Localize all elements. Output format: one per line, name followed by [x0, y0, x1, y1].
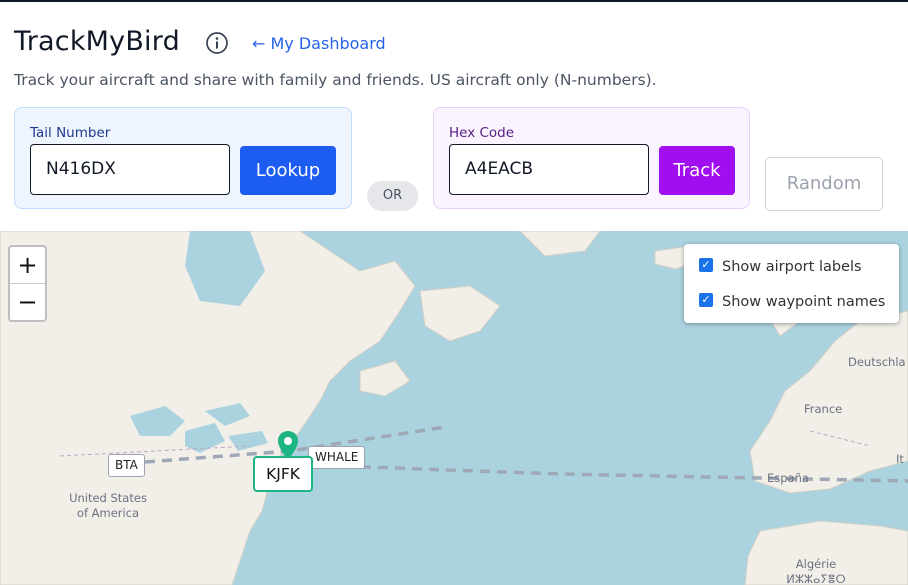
- waypoint-label-bta[interactable]: BTA: [108, 454, 145, 477]
- tail-number-input[interactable]: N416DX: [30, 144, 230, 195]
- waypoint-label-whale[interactable]: WHALE: [308, 446, 366, 469]
- random-button[interactable]: Random: [765, 157, 883, 211]
- tail-number-panel: Tail Number N416DX Lookup: [14, 107, 352, 209]
- check-icon[interactable]: ✓: [699, 258, 713, 272]
- airport-labels-label: Show airport labels: [722, 259, 862, 275]
- zoom-out-button[interactable]: −: [10, 284, 45, 320]
- or-separator: OR: [367, 181, 418, 211]
- zoom-in-button[interactable]: +: [10, 247, 45, 284]
- top-border: [0, 0, 908, 2]
- map-label-france: France: [804, 402, 843, 416]
- map-label-germany: Deutschla: [848, 355, 906, 369]
- layer-toggle-panel: ✓ Show airport labels ✓ Show waypoint name…: [684, 244, 899, 323]
- hex-code-input[interactable]: A4EACB: [449, 144, 649, 195]
- info-icon[interactable]: [205, 31, 229, 55]
- lookup-button[interactable]: Lookup: [240, 146, 336, 195]
- app-title: TrackMyBird: [14, 26, 180, 57]
- my-dashboard-link[interactable]: ← My Dashboard: [252, 34, 386, 53]
- page-subtitle: Track your aircraft and share with famil…: [14, 71, 657, 89]
- hex-code-label: Hex Code: [449, 125, 515, 141]
- track-button[interactable]: Track: [659, 146, 735, 195]
- hex-code-panel: Hex Code A4EACB Track: [433, 107, 750, 209]
- waypoint-names-toggle[interactable]: ✓ Show waypoint names: [699, 293, 886, 310]
- map-label-italy: It: [896, 452, 904, 466]
- airport-labels-toggle[interactable]: ✓ Show airport labels: [699, 258, 862, 275]
- check-icon[interactable]: ✓: [699, 293, 713, 307]
- waypoint-names-label: Show waypoint names: [722, 294, 886, 310]
- map-label-spain: España: [767, 471, 809, 485]
- map-label-algeria: Algérie ⵍⵣⵣⴰⵢⴻⵔ: [786, 557, 846, 585]
- map-label-usa: United States of America: [69, 491, 147, 520]
- tail-number-label: Tail Number: [30, 125, 111, 141]
- airport-label-kjfk[interactable]: KJFK: [253, 456, 313, 492]
- zoom-control: + −: [8, 245, 47, 322]
